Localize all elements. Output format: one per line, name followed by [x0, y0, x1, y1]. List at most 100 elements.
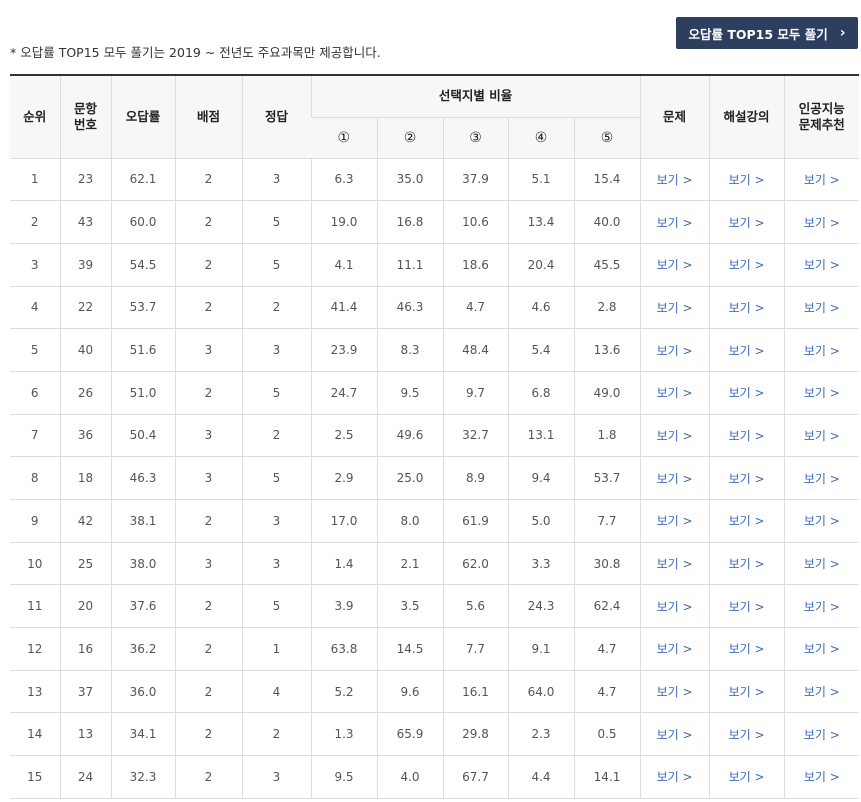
problem-link[interactable]: 보기 > [657, 173, 693, 187]
cell-choice-4-ratio: 9.4 [507, 456, 574, 500]
notice-text: * 오답률 TOP15 모두 풀기는 2019 ~ 전년도 주요과목만 제공합니… [10, 45, 381, 60]
ai-recommend-link[interactable]: 보기 > [804, 514, 840, 528]
ai-recommend-link[interactable]: 보기 > [804, 472, 840, 486]
lecture-link[interactable]: 보기 > [729, 386, 765, 400]
problem-link-cell: 보기 > [639, 200, 710, 244]
header-choice-1: ① [311, 117, 377, 159]
lecture-link[interactable]: 보기 > [729, 685, 765, 699]
header-lecture: 해설강의 [708, 74, 785, 159]
ai-recommend-link[interactable]: 보기 > [804, 600, 840, 614]
cell-choice-1-ratio: 4.1 [310, 243, 377, 287]
lecture-link[interactable]: 보기 > [729, 216, 765, 230]
ai-recommend-link[interactable]: 보기 > [804, 386, 840, 400]
cell-choice-5-ratio: 62.4 [573, 584, 641, 629]
ai-recommend-link[interactable]: 보기 > [804, 685, 840, 699]
lecture-link[interactable]: 보기 > [729, 258, 765, 272]
cell-points: 2 [174, 371, 242, 415]
cell-points: 3 [174, 456, 242, 500]
cell-choice-4-ratio: 64.0 [507, 670, 574, 714]
cell-answer: 2 [241, 414, 311, 458]
cell-choice-5-ratio: 30.8 [573, 542, 641, 586]
cell-choice-1-ratio: 19.0 [310, 200, 377, 244]
cell-choice-3-ratio: 32.7 [442, 414, 508, 458]
ai-recommend-link[interactable]: 보기 > [804, 429, 840, 443]
lecture-link[interactable]: 보기 > [729, 173, 765, 187]
lecture-link[interactable]: 보기 > [729, 557, 765, 571]
problem-link[interactable]: 보기 > [657, 642, 693, 656]
cell-error-rate: 51.0 [110, 371, 175, 415]
cell-choice-2-ratio: 46.3 [376, 286, 443, 330]
lecture-link[interactable]: 보기 > [729, 429, 765, 443]
problem-link[interactable]: 보기 > [657, 216, 693, 230]
cell-error-rate: 51.6 [110, 328, 175, 372]
table-row: 3 39 54.5 2 5 4.1 11.1 18.6 20.4 45.5 보기 > 보기 > 보기 > [10, 243, 860, 287]
problem-link[interactable]: 보기 > [657, 728, 693, 742]
problem-link[interactable]: 보기 > [657, 386, 693, 400]
ai-recommend-link[interactable]: 보기 > [804, 728, 840, 742]
cell-points: 2 [174, 755, 242, 799]
problem-link[interactable]: 보기 > [657, 301, 693, 315]
ai-recommend-link[interactable]: 보기 > [804, 344, 840, 358]
cell-question-number: 25 [59, 542, 111, 586]
cell-choice-5-ratio: 49.0 [573, 371, 641, 415]
cell-choice-2-ratio: 2.1 [376, 542, 443, 586]
cell-choice-2-ratio: 16.8 [376, 200, 443, 244]
lecture-link[interactable]: 보기 > [729, 472, 765, 486]
cell-error-rate: 50.4 [110, 414, 175, 458]
lecture-link[interactable]: 보기 > [729, 514, 765, 528]
ai-recommend-link[interactable]: 보기 > [804, 173, 840, 187]
cell-points: 3 [174, 414, 242, 458]
ai-recommend-link[interactable]: 보기 > [804, 642, 840, 656]
lecture-link[interactable]: 보기 > [729, 770, 765, 784]
problem-link[interactable]: 보기 > [657, 258, 693, 272]
table-row: 1 23 62.1 2 3 6.3 35.0 37.9 5.1 15.4 보기 > 보기 > 보기 > [10, 158, 860, 202]
ai-recommend-link[interactable]: 보기 > [804, 557, 840, 571]
ai-recommend-link[interactable]: 보기 > [804, 770, 840, 784]
cell-question-number: 22 [59, 286, 111, 330]
ai-recommend-link[interactable]: 보기 > [804, 216, 840, 230]
cell-answer: 4 [241, 670, 311, 714]
cell-rank: 7 [10, 414, 60, 458]
cell-answer: 5 [241, 371, 311, 415]
cell-choice-4-ratio: 9.1 [507, 627, 574, 671]
ai-recommend-link-cell: 보기 > [783, 542, 860, 586]
problem-link[interactable]: 보기 > [657, 685, 693, 699]
lecture-link[interactable]: 보기 > [729, 728, 765, 742]
lecture-link-cell: 보기 > [708, 414, 785, 458]
cell-choice-5-ratio: 53.7 [573, 456, 641, 500]
problem-link-cell: 보기 > [639, 755, 710, 799]
problem-link[interactable]: 보기 > [657, 514, 693, 528]
ai-recommend-link-cell: 보기 > [783, 243, 860, 287]
ai-recommend-link[interactable]: 보기 > [804, 301, 840, 315]
cell-points: 2 [174, 712, 242, 757]
cell-question-number: 39 [59, 243, 111, 287]
cell-choice-1-ratio: 2.9 [310, 456, 377, 500]
problem-link-cell: 보기 > [639, 371, 710, 415]
cell-error-rate: 36.2 [110, 627, 175, 671]
lecture-link[interactable]: 보기 > [729, 642, 765, 656]
problem-link-cell: 보기 > [639, 712, 710, 757]
problem-link[interactable]: 보기 > [657, 472, 693, 486]
cell-rank: 14 [10, 712, 60, 757]
ai-recommend-link-cell: 보기 > [783, 499, 860, 543]
lecture-link-cell: 보기 > [708, 286, 785, 330]
problem-link[interactable]: 보기 > [657, 429, 693, 443]
lecture-link[interactable]: 보기 > [729, 344, 765, 358]
problem-link[interactable]: 보기 > [657, 770, 693, 784]
lecture-link[interactable]: 보기 > [729, 301, 765, 315]
solve-all-top15-button[interactable]: 오답률 TOP15 모두 풀기 › [676, 17, 858, 49]
cell-question-number: 16 [59, 627, 111, 671]
cell-answer: 3 [241, 542, 311, 586]
problem-link[interactable]: 보기 > [657, 344, 693, 358]
cell-question-number: 13 [59, 712, 111, 757]
problem-link-cell: 보기 > [639, 542, 710, 586]
ai-recommend-link[interactable]: 보기 > [804, 258, 840, 272]
lecture-link[interactable]: 보기 > [729, 600, 765, 614]
problem-link[interactable]: 보기 > [657, 557, 693, 571]
table-row: 11 20 37.6 2 5 3.9 3.5 5.6 24.3 62.4 보기 > 보기 > 보기 > [10, 584, 860, 629]
header-question-number: 문항 번호 [59, 74, 111, 159]
problem-link[interactable]: 보기 > [657, 600, 693, 614]
cell-rank: 15 [10, 755, 60, 799]
lecture-link-cell: 보기 > [708, 670, 785, 714]
cell-choice-1-ratio: 6.3 [310, 158, 377, 202]
